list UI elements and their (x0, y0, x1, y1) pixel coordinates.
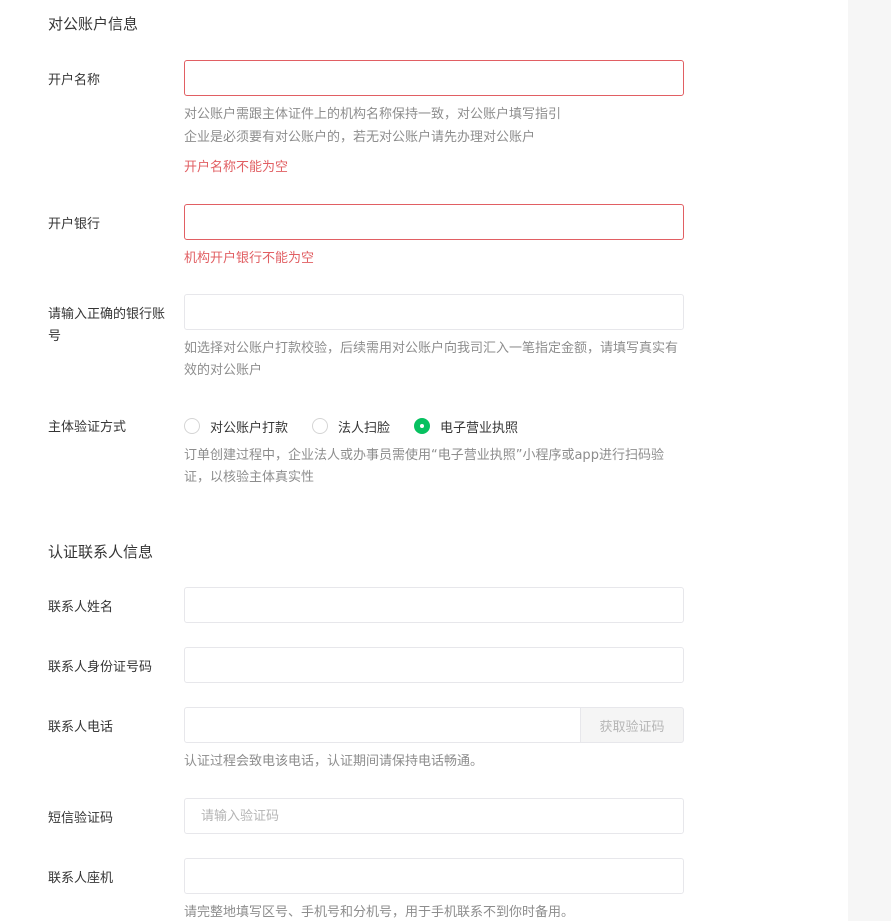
verification-radio-group: 对公账户打款 法人扫脸 电子营业执照 (184, 415, 542, 437)
radio-option-bank-transfer[interactable]: 对公账户打款 (184, 417, 288, 436)
account-name-hint-1: 对公账户需跟主体证件上的机构名称保持一致，对公账户填写指引 (184, 107, 562, 122)
section-title-public-account: 对公账户信息 (48, 15, 139, 33)
radio-option-label: 对公账户打款 (210, 420, 289, 436)
radio-option-label: 法人扫脸 (338, 420, 391, 436)
section-title-contact: 认证联系人信息 (48, 543, 154, 561)
bank-account-input[interactable] (184, 294, 684, 330)
landline-input[interactable] (184, 858, 684, 894)
contact-phone-label: 联系人电话 (48, 720, 114, 735)
radio-option-face-scan[interactable]: 法人扫脸 (312, 417, 390, 436)
contact-name-label: 联系人姓名 (48, 600, 114, 615)
landline-label: 联系人座机 (48, 871, 114, 886)
contact-phone-hint: 认证过程会致电该电话，认证期间请保持电话畅通。 (184, 754, 484, 769)
radio-option-e-license[interactable]: 电子营业执照 (414, 417, 518, 436)
bank-account-hint: 如选择对公账户打款校验，后续需用对公账户向我司汇入一笔指定金额，请填写真实有效的… (184, 341, 679, 378)
bank-account-label: 请输入正确的银行账号 (48, 307, 166, 344)
radio-circle-icon[interactable] (184, 418, 200, 434)
sms-code-input[interactable] (184, 798, 684, 834)
bank-label: 开户银行 (48, 217, 101, 232)
account-name-label: 开户名称 (48, 73, 101, 88)
get-code-button[interactable]: 获取验证码 (580, 707, 684, 743)
sms-code-label: 短信验证码 (48, 811, 114, 826)
contact-phone-input[interactable] (184, 707, 581, 743)
account-name-error: 开户名称不能为空 (184, 160, 289, 175)
account-name-hint-2: 企业是必须要有对公账户的，若无对公账户请先办理对公账户 (184, 130, 536, 145)
account-name-input[interactable] (184, 60, 684, 96)
radio-circle-icon[interactable] (312, 418, 329, 434)
verification-hint: 订单创建过程中，企业法人或办事员需使用“电子营业执照”小程序或app进行扫码验证… (184, 448, 664, 485)
bank-error: 机构开户银行不能为空 (184, 251, 315, 266)
radio-checked-icon[interactable] (414, 418, 431, 434)
contact-id-label: 联系人身份证号码 (48, 660, 153, 675)
contact-name-input[interactable] (184, 587, 684, 623)
radio-option-label: 电子营业执照 (440, 420, 519, 436)
verification-label: 主体验证方式 (48, 420, 127, 435)
right-gutter (848, 0, 891, 921)
bank-input[interactable] (184, 204, 684, 240)
contact-id-input[interactable] (184, 647, 684, 683)
